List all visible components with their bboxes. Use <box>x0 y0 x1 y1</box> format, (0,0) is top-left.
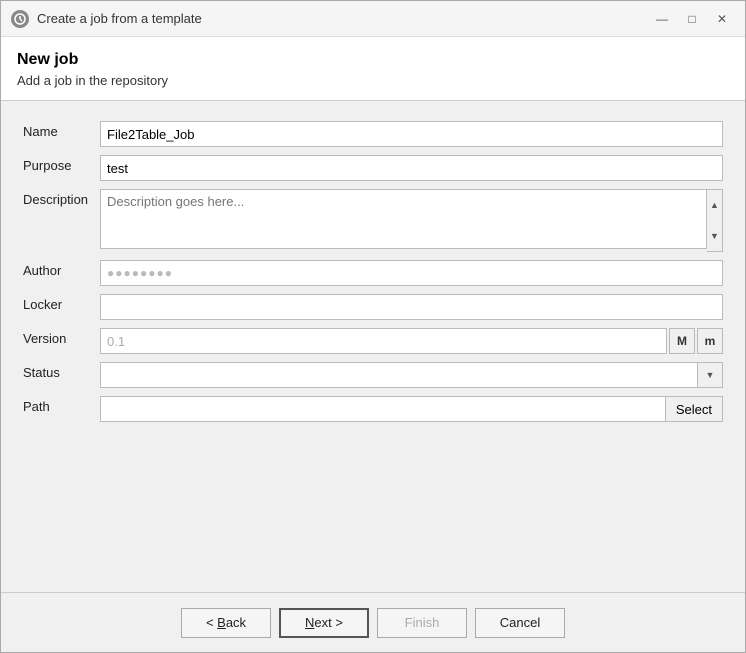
header-section: New job Add a job in the repository <box>1 37 745 101</box>
scroll-up-button[interactable]: ▲ <box>707 190 722 221</box>
window-title: Create a job from a template <box>37 11 202 26</box>
form-section: Name Purpose Description <box>1 101 745 592</box>
purpose-input[interactable] <box>100 155 723 181</box>
page-subtitle: Add a job in the repository <box>17 73 729 88</box>
description-row: Description ▲ ▼ <box>17 185 729 256</box>
next-button[interactable]: Next > <box>279 608 369 638</box>
footer: < Back Next > Finish Cancel <box>1 592 745 652</box>
version-label: Version <box>17 324 94 358</box>
status-select[interactable]: Active Inactive Draft <box>100 362 723 388</box>
locker-input[interactable] <box>100 294 723 320</box>
path-input[interactable] <box>100 396 666 422</box>
next-underline: N <box>305 615 314 630</box>
description-scrollbar: ▲ ▼ <box>707 189 723 252</box>
scroll-down-button[interactable]: ▼ <box>707 221 722 252</box>
name-input[interactable] <box>100 121 723 147</box>
cancel-button[interactable]: Cancel <box>475 608 565 638</box>
window-controls: — □ ✕ <box>649 8 735 30</box>
description-textarea[interactable] <box>100 189 707 249</box>
version-major-button[interactable]: M <box>669 328 695 354</box>
description-wrapper: ▲ ▼ <box>100 189 723 252</box>
version-row: Version M m <box>17 324 729 358</box>
status-row: Status Active Inactive Draft ▼ <box>17 358 729 392</box>
back-underline: B <box>217 615 226 630</box>
author-row: Author ●●●●●●●● <box>17 256 729 290</box>
finish-button[interactable]: Finish <box>377 608 467 638</box>
locker-row: Locker <box>17 290 729 324</box>
description-label: Description <box>17 185 94 256</box>
minimize-button[interactable]: — <box>649 8 675 30</box>
purpose-label: Purpose <box>17 151 94 185</box>
name-row: Name <box>17 117 729 151</box>
purpose-row: Purpose <box>17 151 729 185</box>
path-wrapper: Select <box>100 396 723 422</box>
back-button[interactable]: < Back <box>181 608 271 638</box>
close-button[interactable]: ✕ <box>709 8 735 30</box>
version-input[interactable] <box>100 328 667 354</box>
locker-label: Locker <box>17 290 94 324</box>
author-value: ●●●●●●●● <box>100 260 723 286</box>
page-title: New job <box>17 51 729 69</box>
version-minor-button[interactable]: m <box>697 328 723 354</box>
window-icon <box>11 10 29 28</box>
content-area: New job Add a job in the repository Name… <box>1 37 745 592</box>
title-bar: Create a job from a template — □ ✕ <box>1 1 745 37</box>
title-bar-left: Create a job from a template <box>11 10 202 28</box>
main-window: Create a job from a template — □ ✕ New j… <box>0 0 746 653</box>
status-label: Status <box>17 358 94 392</box>
form-table: Name Purpose Description <box>17 117 729 426</box>
path-row: Path Select <box>17 392 729 426</box>
author-label: Author <box>17 256 94 290</box>
status-wrapper: Active Inactive Draft ▼ <box>100 362 723 388</box>
name-label: Name <box>17 117 94 151</box>
maximize-button[interactable]: □ <box>679 8 705 30</box>
version-wrapper: M m <box>100 328 723 354</box>
path-label: Path <box>17 392 94 426</box>
select-button[interactable]: Select <box>666 396 723 422</box>
